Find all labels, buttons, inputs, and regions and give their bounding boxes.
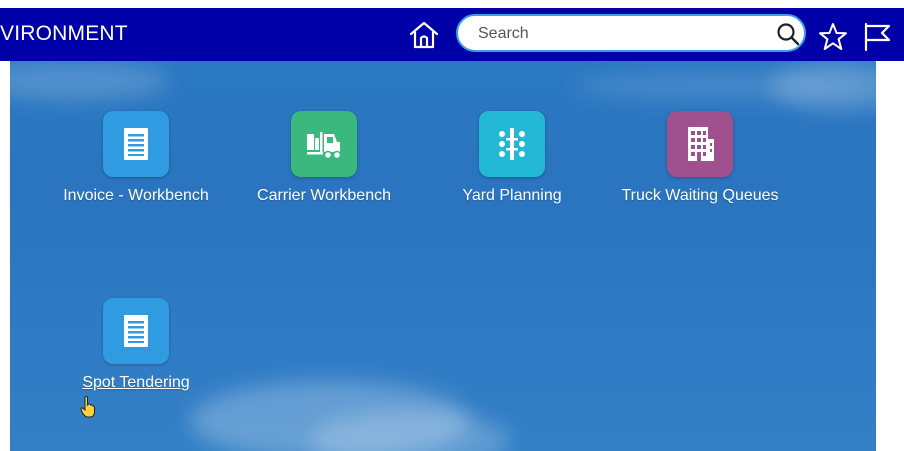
environment-title: VIRONMENT [0, 22, 128, 45]
tile-label: Spot Tendering [82, 374, 190, 391]
background-cloud [10, 61, 170, 101]
building-icon [688, 127, 714, 161]
tile-icon-box [667, 111, 733, 177]
tile-label: Yard Planning [462, 187, 562, 204]
tile-icon-box [103, 298, 169, 364]
tile-icon-box [291, 111, 357, 177]
springboard-canvas: Invoice - Workbench Carrier Workbench Ya… [10, 61, 876, 451]
home-icon [409, 21, 439, 49]
tile-label: Invoice - Workbench [63, 187, 209, 204]
tile-invoice-workbench[interactable]: Invoice - Workbench [51, 111, 221, 205]
tile-label: Carrier Workbench [257, 187, 391, 204]
tile-truck-waiting-queues[interactable]: Truck Waiting Queues [615, 111, 785, 205]
top-header-bar: VIRONMENT [0, 8, 904, 61]
home-button[interactable] [408, 20, 440, 50]
star-icon [819, 23, 847, 50]
favorites-button[interactable] [818, 22, 848, 52]
search-input[interactable] [478, 23, 768, 45]
background-cloud [770, 61, 876, 111]
search-icon [777, 23, 800, 46]
notifications-flag-button[interactable] [862, 22, 892, 52]
tile-yard-planning[interactable]: Yard Planning [427, 111, 597, 205]
forklift-icon [307, 132, 342, 160]
tile-icon-box [103, 111, 169, 177]
tile-icon-box [479, 111, 545, 177]
app-frame: VIRONMENT Search Invoice - Workbench Car… [0, 0, 904, 451]
document-icon [124, 128, 148, 160]
tile-spot-tendering[interactable]: Spot Tendering [51, 298, 221, 392]
flag-icon [864, 22, 891, 52]
tile-label: Truck Waiting Queues [621, 187, 779, 204]
search-button[interactable] [776, 22, 800, 46]
yard-icon [499, 128, 525, 160]
hand-pointer-icon [80, 396, 95, 418]
document-icon [124, 315, 148, 347]
search-box [456, 14, 806, 52]
tile-carrier-workbench[interactable]: Carrier Workbench [239, 111, 409, 205]
